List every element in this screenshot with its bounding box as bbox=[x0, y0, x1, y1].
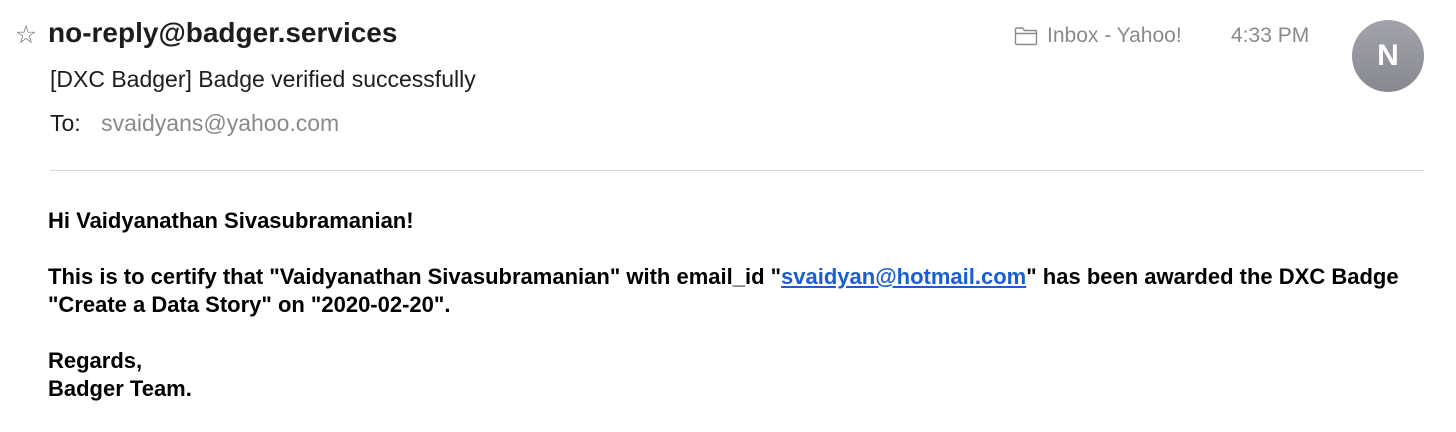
mailbox-label[interactable]: Inbox - Yahoo! bbox=[1014, 23, 1182, 49]
closing-signature: Badger Team. bbox=[48, 376, 192, 401]
cert-text-before-link: This is to certify that "Vaidyanathan Si… bbox=[48, 264, 782, 289]
email-link[interactable]: svaidyan@hotmail.com bbox=[781, 264, 1026, 289]
certification-paragraph: This is to certify that "Vaidyanathan Si… bbox=[48, 263, 1428, 319]
email-message-view: ☆ no-reply@badger.services Inbox - Yahoo… bbox=[0, 0, 1456, 432]
message-subject: [DXC Badger] Badge verified successfully bbox=[50, 66, 476, 92]
message-header: ☆ no-reply@badger.services Inbox - Yahoo… bbox=[0, 14, 1456, 54]
recipient-address[interactable]: svaidyans@yahoo.com bbox=[101, 110, 339, 136]
sender-address[interactable]: no-reply@badger.services bbox=[48, 17, 397, 49]
recipient-row: To: svaidyans@yahoo.com bbox=[50, 110, 339, 137]
avatar-initial: N bbox=[1377, 39, 1399, 72]
to-label: To: bbox=[50, 110, 81, 136]
star-icon[interactable]: ☆ bbox=[13, 22, 39, 48]
closing-regards: Regards, bbox=[48, 348, 143, 373]
greeting-line: Hi Vaidyanathan Sivasubramanian! bbox=[48, 208, 414, 233]
message-body: Hi Vaidyanathan Sivasubramanian! This is… bbox=[48, 207, 1428, 403]
header-divider bbox=[50, 170, 1424, 171]
folder-icon bbox=[1014, 27, 1038, 46]
mailbox-name: Inbox - Yahoo! bbox=[1047, 24, 1182, 47]
received-time: 4:33 PM bbox=[1231, 24, 1310, 47]
avatar[interactable]: N bbox=[1352, 20, 1424, 92]
